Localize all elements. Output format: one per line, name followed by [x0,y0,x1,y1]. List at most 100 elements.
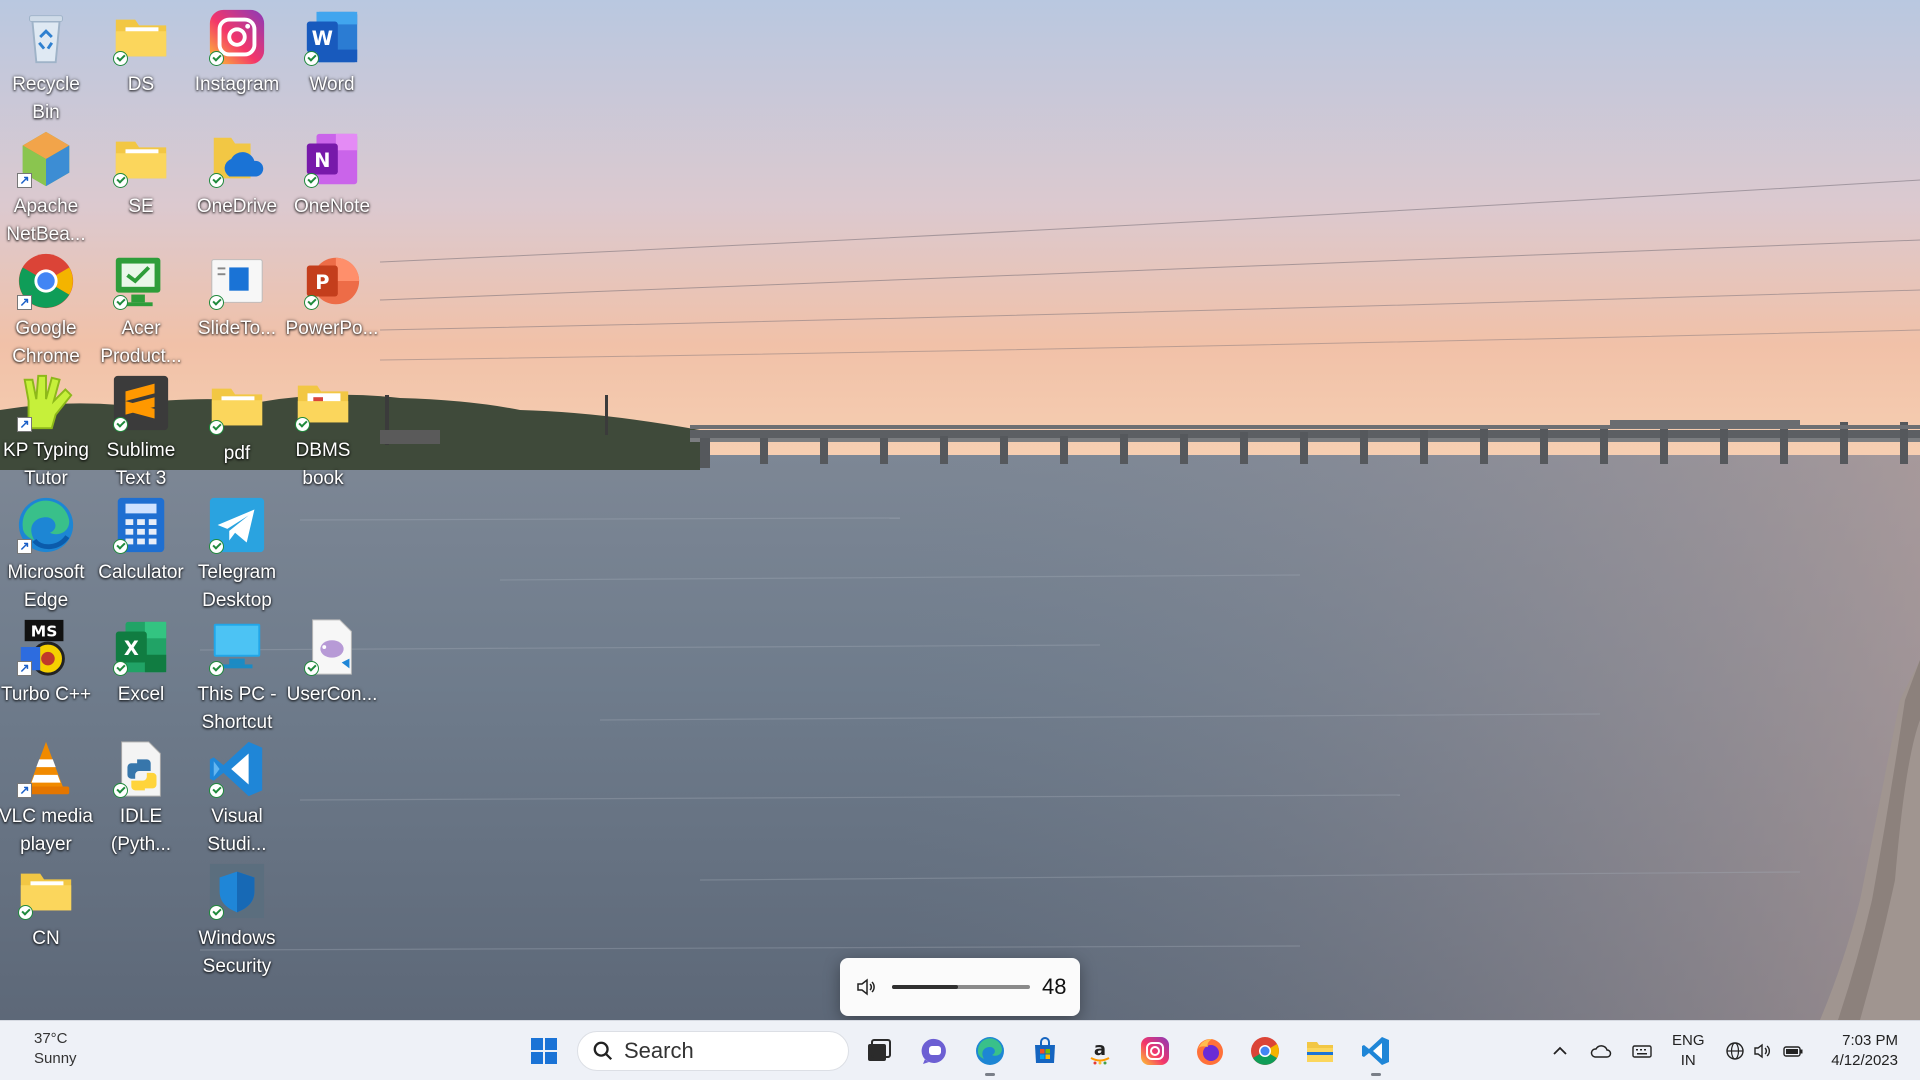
desktop-icon-microsoft-edge[interactable]: ↗ Microsoft Edge [0,488,92,611]
desktop-icon-ds-folder[interactable]: DS [95,0,187,116]
sync-status-icon [209,51,224,66]
taskbar-edge-button[interactable] [969,1030,1011,1076]
desktop-icon-dbms-book-folder[interactable]: DBMS book [277,366,369,489]
tray-network[interactable] [1721,1037,1749,1065]
task-view-button[interactable] [858,1030,900,1072]
sync-status-icon [209,420,224,435]
sync-status-icon [113,51,128,66]
desktop-icon-label: Telegram Desktop [197,562,277,611]
shortcut-arrow-icon: ↗ [17,173,32,188]
folder-icon [110,128,172,190]
sync-status-icon [295,417,310,432]
weather-widget[interactable]: 37°C Sunny [34,1029,77,1069]
weather-temperature: 37°C [34,1030,68,1047]
desktop-icon-visual-studio[interactable]: Visual Studi... [191,732,283,855]
show-hidden-icons-button[interactable] [1546,1037,1574,1065]
clock-date: 4/12/2023 [1831,1052,1898,1069]
taskbar-chrome-button[interactable] [1244,1030,1286,1072]
desktop-icon-pdf-folder[interactable]: pdf [191,369,283,485]
netbeans-icon: ↗ [15,128,77,190]
sublime-icon [110,372,172,434]
desktop-icon-usercon-file[interactable]: UserCon... [286,610,378,726]
desktop-icon-word[interactable]: W Word [286,0,378,116]
desktop-icon-onedrive[interactable]: OneDrive [191,122,283,238]
teams-chat-button[interactable] [914,1030,956,1072]
speaker-icon [1754,1043,1771,1059]
desktop-icon-recycle-bin[interactable]: Recycle Bin [0,0,92,123]
slideto-icon [206,250,268,312]
tray-onedrive[interactable] [1587,1037,1615,1065]
desktop-icon-cn-folder[interactable]: CN [0,854,92,970]
desktop-icon-label: Visual Studi... [207,806,267,855]
taskbar-clock[interactable]: 7:03 PM 4/12/2023 [1816,1031,1898,1071]
sync-status-icon [209,905,224,920]
desktop-icon-windows-security[interactable]: Windows Security [191,854,283,977]
desktop-icon-label: Acer Product... [100,318,182,367]
tray-volume[interactable] [1749,1037,1777,1065]
input-language-indicator[interactable]: ENG IN [1672,1031,1705,1071]
desktop-icon-idle-python[interactable]: IDLE (Pyth... [95,732,187,855]
instagram-icon [1141,1037,1169,1065]
sync-status-icon [209,173,224,188]
desktop-icon-telegram[interactable]: Telegram Desktop [191,488,283,611]
instagram-icon [206,6,268,68]
firefox-button[interactable] [1189,1030,1231,1072]
desktop-icon-instagram[interactable]: Instagram [191,0,283,116]
taskbar-vscode-button[interactable] [1355,1030,1397,1076]
tray-touch-keyboard[interactable] [1628,1037,1656,1065]
volume-slider[interactable] [892,985,1030,989]
telegram-icon [206,494,268,556]
desktop-icon-label: Microsoft Edge [7,562,85,611]
desktop-icon-label: Word [309,74,355,95]
firefox-icon [1197,1039,1223,1065]
desktop-icon-label: OneDrive [196,196,278,217]
desktop-icon-turbo-cpp[interactable]: MS ↗ Turbo C++ [0,610,92,726]
desktop-icon-slideto[interactable]: SlideTo... [191,244,283,360]
desktop-icon-label: Sublime Text 3 [106,440,176,489]
weather-condition: Sunny [34,1050,77,1067]
file-explorer-icon [1307,1042,1333,1062]
cloud-icon [1590,1045,1612,1058]
desktop-icon-netbeans[interactable]: ↗ Apache NetBea... [0,122,92,245]
shortcut-arrow-icon: ↗ [17,783,32,798]
shortcut-arrow-icon: ↗ [17,661,32,676]
tray-battery[interactable] [1779,1037,1807,1065]
python-idle-icon [110,738,172,800]
desktop-icon-calculator[interactable]: Calculator [95,488,187,604]
desktop-icon-label: SlideTo... [197,318,277,339]
taskbar-instagram-button[interactable] [1134,1030,1176,1072]
start-button[interactable] [523,1030,565,1072]
taskbar-search-box[interactable]: Search [577,1031,849,1071]
speaker-icon[interactable] [854,975,878,999]
sync-status-icon [18,905,33,920]
volume-slider-fill [892,985,959,989]
desktop-icon-kp-typing-tutor[interactable]: ↗ KP Typing Tutor [0,366,92,489]
svg-text:N: N [314,149,330,172]
php-file-icon [301,616,363,678]
clock-time: 7:03 PM [1842,1032,1898,1049]
desktop-icon-label: DS [127,74,155,95]
microsoft-store-button[interactable] [1024,1030,1066,1072]
desktop-icon-vlc[interactable]: ↗ VLC media player [0,732,93,855]
desktop-icon-se-folder[interactable]: SE [95,122,187,238]
desktop-icon-sublime-text[interactable]: Sublime Text 3 [95,366,187,489]
desktop-icon-excel[interactable]: X Excel [95,610,187,726]
start-icon [531,1038,557,1064]
desktop-icon-powerpoint[interactable]: P PowerPo... [286,244,378,360]
amazon-button[interactable]: a [1079,1030,1121,1072]
amazon-icon: a [1090,1039,1110,1065]
shortcut-arrow-icon: ↗ [17,295,32,310]
desktop-icon-label: DBMS book [295,440,351,489]
volume-level: 48 [1042,974,1067,999]
battery-icon [1783,1046,1803,1057]
desktop-icon-label: Apache NetBea... [6,196,86,245]
running-indicator [985,1073,995,1076]
desktop-icon-this-pc[interactable]: This PC - Shortcut [191,610,283,733]
file-explorer-button[interactable] [1299,1030,1341,1072]
sync-status-icon [113,173,128,188]
region-code: IN [1680,1052,1696,1069]
recycle-bin-icon [15,6,77,68]
desktop-icon-onenote[interactable]: N OneNote [286,122,378,238]
desktop-icon-google-chrome[interactable]: ↗ Google Chrome [0,244,92,367]
desktop-icon-acer-product[interactable]: Acer Product... [95,244,187,367]
